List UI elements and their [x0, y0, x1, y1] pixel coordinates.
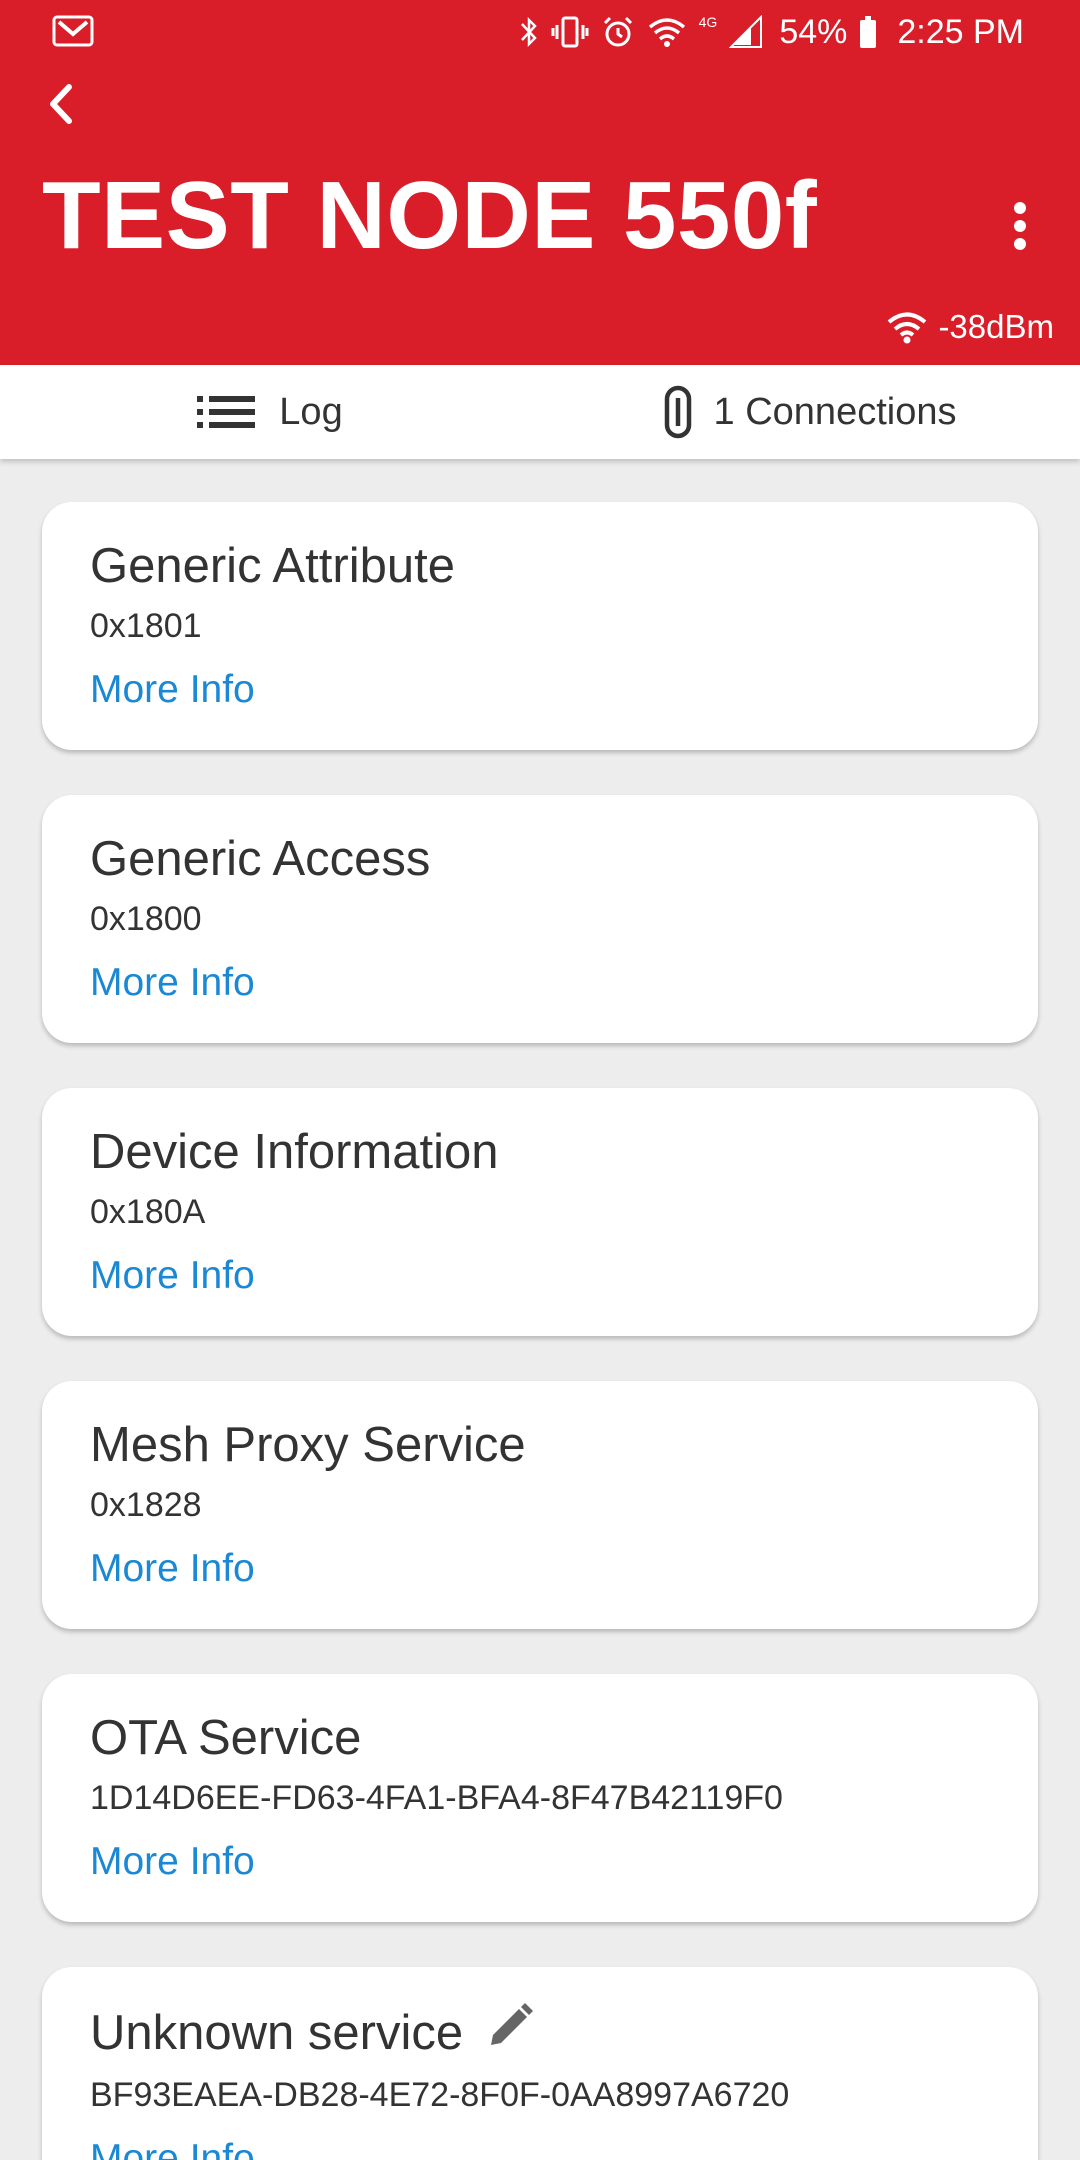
tab-log[interactable]: Log	[0, 365, 540, 459]
tab-connections[interactable]: 1 Connections	[540, 365, 1080, 459]
service-card[interactable]: Unknown service BF93EAEA-DB28-4E72-8F0F-…	[42, 1967, 1038, 2160]
more-info-link[interactable]: More Info	[90, 1838, 255, 1886]
overflow-menu-button[interactable]	[1000, 198, 1040, 254]
service-uuid: 0x180A	[90, 1193, 206, 1231]
status-bar: 4G 54% 2:25 PM	[0, 0, 1080, 64]
clock: 2:25 PM	[897, 12, 1024, 51]
more-info-link[interactable]: More Info	[90, 959, 255, 1007]
tab-bar: Log 1 Connections	[0, 365, 1080, 459]
rssi-indicator: -38dBm	[886, 308, 1054, 346]
battery-icon	[859, 15, 877, 49]
service-name: OTA Service	[90, 1711, 362, 1765]
more-info-link[interactable]: More Info	[90, 1545, 255, 1593]
service-name: Generic Access	[90, 832, 431, 886]
app-bar: 4G 54% 2:25 PM TEST NODE 550f -38dBm	[0, 0, 1080, 365]
edit-icon[interactable]	[485, 2001, 535, 2065]
service-card[interactable]: Device Information 0x180A More Info	[42, 1088, 1038, 1336]
service-name: Mesh Proxy Service	[90, 1418, 526, 1472]
service-uuid: 1D14D6EE-FD63-4FA1-BFA4-8F47B42119F0	[90, 1779, 783, 1817]
network-badge: 4G	[698, 14, 718, 30]
service-name: Generic Attribute	[90, 539, 455, 593]
wifi-icon	[647, 15, 687, 49]
service-uuid: 0x1801	[90, 607, 202, 645]
rssi-value: -38dBm	[938, 308, 1054, 345]
service-name: Device Information	[90, 1125, 499, 1179]
more-vert-icon	[1014, 202, 1026, 250]
signal-icon	[729, 15, 763, 49]
service-card[interactable]: Generic Access 0x1800 More Info	[42, 795, 1038, 1043]
list-icon	[197, 396, 256, 428]
alarm-icon	[601, 15, 635, 49]
service-uuid: 0x1828	[90, 1486, 202, 1524]
battery-percent: 54%	[779, 12, 848, 51]
more-info-link[interactable]: More Info	[90, 1252, 255, 1300]
tab-log-label: Log	[279, 390, 343, 433]
link-icon	[664, 385, 691, 439]
bluetooth-icon	[519, 15, 539, 49]
back-button[interactable]	[32, 72, 88, 136]
more-info-link[interactable]: More Info	[90, 666, 255, 714]
gmail-icon	[52, 14, 94, 48]
service-card[interactable]: Mesh Proxy Service 0x1828 More Info	[42, 1381, 1038, 1629]
service-name: Unknown service	[90, 2001, 1038, 2065]
vibrate-icon	[551, 15, 589, 49]
tab-connections-label: 1 Connections	[713, 390, 957, 433]
service-card[interactable]: OTA Service 1D14D6EE-FD63-4FA1-BFA4-8F47…	[42, 1674, 1038, 1922]
service-uuid: BF93EAEA-DB28-4E72-8F0F-0AA8997A6720	[90, 2076, 790, 2114]
chevron-left-icon	[50, 84, 72, 124]
wifi-signal-icon	[888, 312, 927, 344]
more-info-link[interactable]: More Info	[90, 2135, 255, 2160]
page-title: TEST NODE 550f	[42, 162, 818, 269]
service-list: Generic Attribute 0x1801 More Info Gener…	[42, 502, 1038, 2160]
service-uuid: 0x1800	[90, 900, 202, 938]
service-card[interactable]: Generic Attribute 0x1801 More Info	[42, 502, 1038, 750]
